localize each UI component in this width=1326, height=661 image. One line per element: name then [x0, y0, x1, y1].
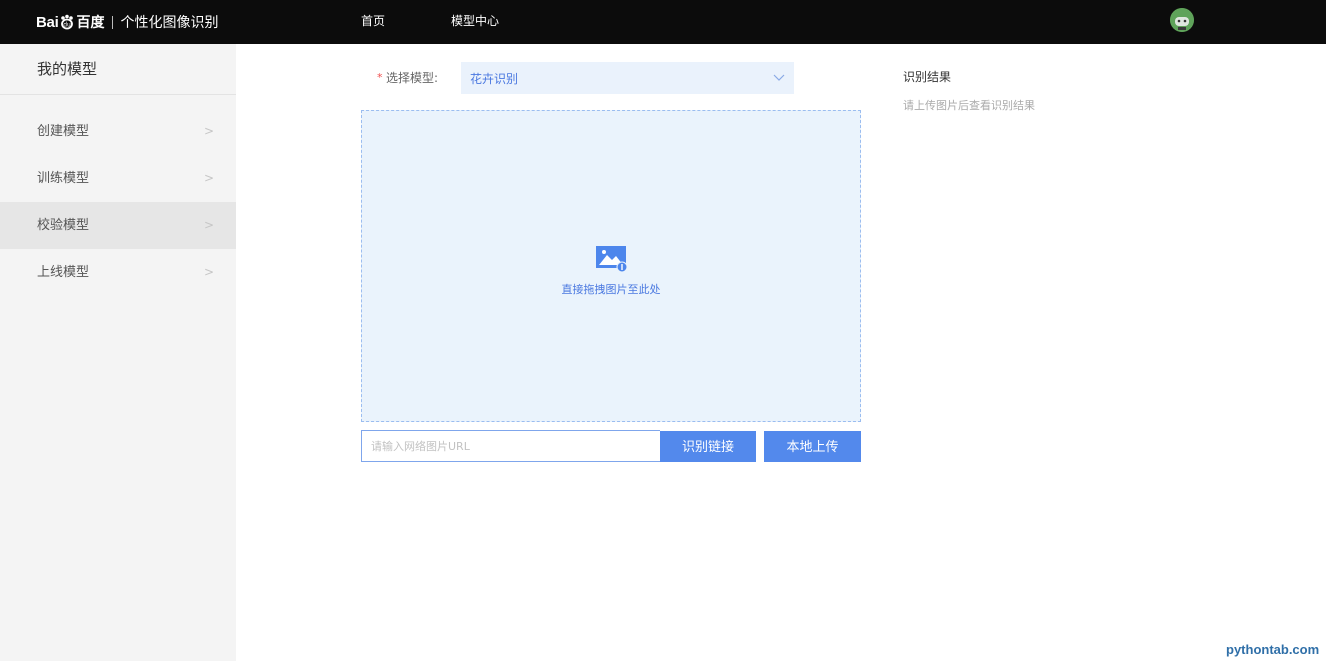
user-avatar-icon[interactable] — [1170, 8, 1194, 32]
logo-bai-text: Bai — [36, 13, 59, 31]
paw-icon: du — [61, 14, 74, 30]
sidebar-title: 我的模型 — [0, 44, 236, 95]
sidebar: 我的模型 创建模型 > 训练模型 > 校验模型 > 上线模型 > — [0, 44, 236, 661]
watermark: pythontab.com — [1226, 642, 1320, 657]
model-select-value: 花卉识别 — [470, 72, 519, 86]
sidebar-menu: 创建模型 > 训练模型 > 校验模型 > 上线模型 > — [0, 108, 236, 296]
top-bar: Bai du 百度 个性化图像识别 首页 模型中心 — [0, 0, 1326, 44]
logo-du-text: 百度 — [76, 15, 105, 31]
results-title: 识别结果 — [903, 70, 952, 84]
chevron-right-icon: > — [204, 265, 215, 279]
drop-hint-text: 直接拖拽图片至此处 — [561, 283, 661, 296]
sidebar-item-label: 校验模型 — [37, 218, 90, 233]
chevron-right-icon: > — [204, 124, 215, 138]
sidebar-item-deploy-model[interactable]: 上线模型 > — [0, 249, 236, 296]
chevron-right-icon: > — [204, 171, 215, 185]
product-name: 个性化图像识别 — [120, 15, 219, 31]
image-upload-icon — [596, 246, 628, 272]
results-hint: 请上传图片后查看识别结果 — [903, 99, 1035, 112]
sidebar-item-verify-model[interactable]: 校验模型 > — [0, 202, 236, 249]
sidebar-item-train-model[interactable]: 训练模型 > — [0, 155, 236, 202]
chevron-right-icon: > — [204, 218, 215, 232]
chevron-down-icon — [773, 74, 785, 81]
local-upload-button[interactable]: 本地上传 — [764, 431, 861, 462]
sidebar-item-label: 训练模型 — [37, 171, 90, 186]
baidu-logo[interactable]: Bai du 百度 个性化图像识别 — [36, 11, 218, 33]
sidebar-item-label: 上线模型 — [37, 265, 90, 280]
image-url-input[interactable] — [361, 430, 660, 462]
recognize-url-button[interactable]: 识别链接 — [660, 431, 756, 462]
model-select[interactable]: 花卉识别 — [461, 62, 794, 94]
image-drop-zone[interactable]: 直接拖拽图片至此处 — [361, 110, 861, 422]
avatar-face-icon — [1170, 8, 1194, 32]
required-marker: * — [377, 71, 383, 84]
logo-divider — [112, 15, 114, 29]
svg-text:du: du — [64, 22, 72, 29]
sidebar-item-label: 创建模型 — [37, 124, 90, 139]
sidebar-item-create-model[interactable]: 创建模型 > — [0, 108, 236, 155]
nav-model-center[interactable]: 模型中心 — [451, 0, 499, 44]
nav-home[interactable]: 首页 — [361, 0, 385, 44]
select-model-label: 选择模型: — [386, 71, 439, 85]
